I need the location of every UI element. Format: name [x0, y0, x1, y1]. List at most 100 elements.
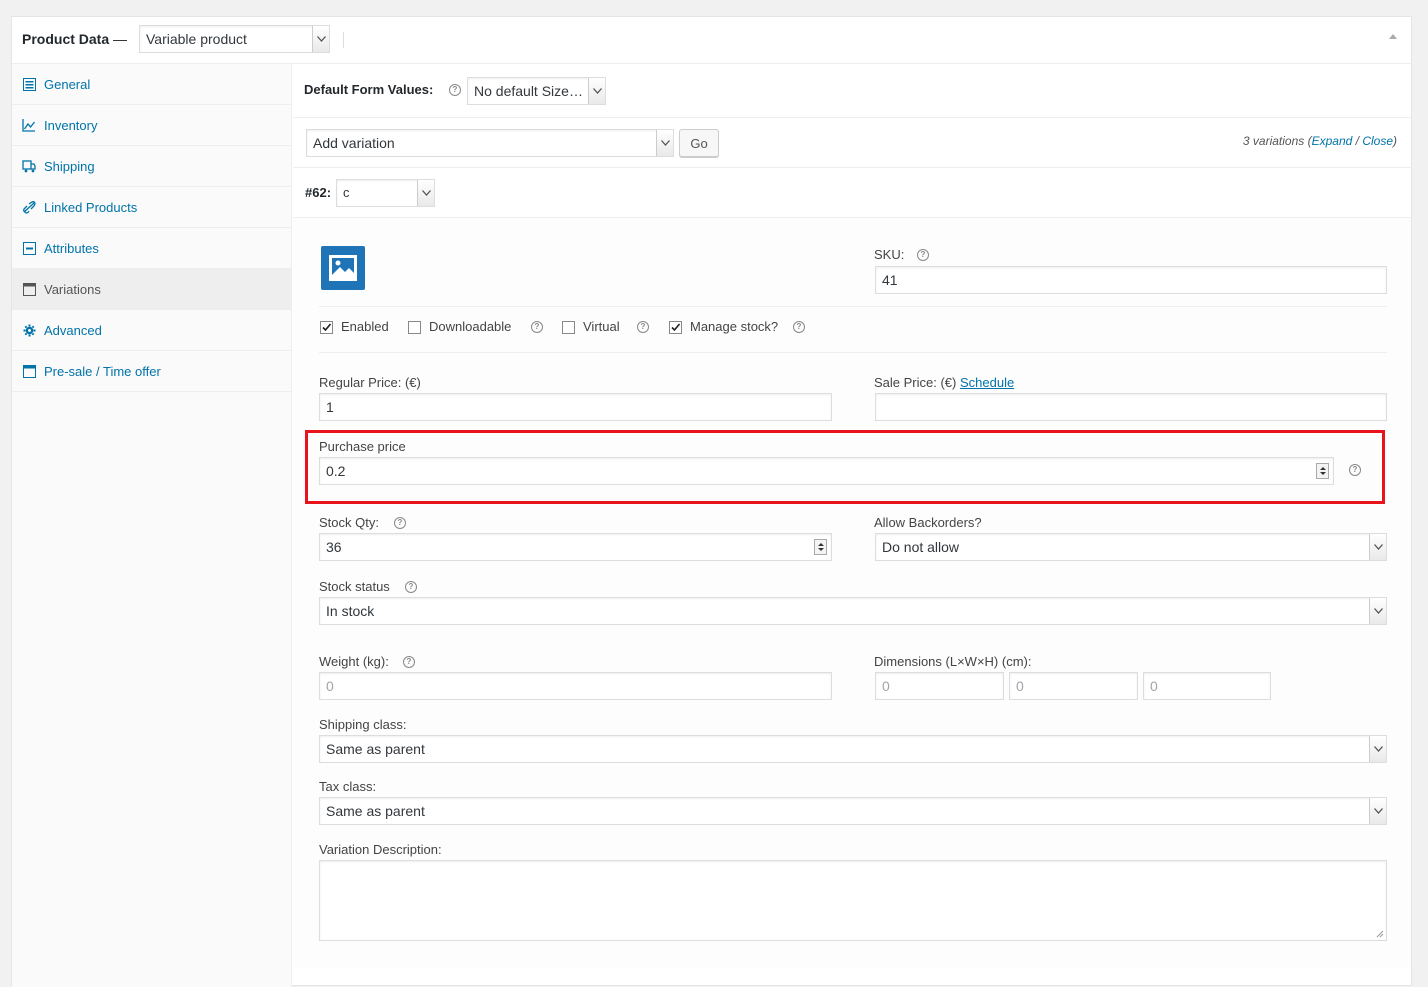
gear-icon [22, 323, 36, 337]
sidebar-item-label: Pre-sale / Time offer [44, 363, 161, 379]
help-icon[interactable]: ? [449, 84, 461, 96]
variations-count: 3 variations (Expand / Close) [1243, 134, 1397, 148]
sidebar-item-label: Linked Products [44, 199, 138, 215]
number-spinner[interactable] [814, 539, 827, 555]
variation-image-upload[interactable] [321, 246, 365, 290]
variation-header-row: #62: c [293, 168, 1411, 218]
variation-attribute-select[interactable]: c [336, 179, 435, 207]
variations-count-end: ) [1393, 134, 1397, 148]
sidebar-item-attributes[interactable]: Attributes [12, 228, 291, 269]
stock-status-value: In stock [326, 603, 375, 619]
help-icon[interactable]: ? [793, 321, 805, 333]
chevron-down-icon [417, 180, 434, 206]
chevron-down-icon [1369, 736, 1386, 762]
stock-qty-input[interactable]: 36 [319, 533, 832, 561]
sidebar-item-label: Attributes [44, 240, 99, 256]
description-label: Variation Description: [319, 842, 442, 857]
sku-input[interactable]: 41 [875, 266, 1387, 294]
weight-label: Weight (kg): [319, 654, 389, 669]
help-icon[interactable]: ? [637, 321, 649, 333]
length-input[interactable]: 0 [875, 672, 1004, 700]
sidebar-item-label: Variations [44, 281, 101, 297]
help-icon[interactable]: ? [394, 517, 406, 529]
add-variation-row: Add variation Go 3 variations (Expand / … [293, 118, 1411, 168]
sidebar-item-presale[interactable]: Pre-sale / Time offer [12, 351, 291, 392]
chevron-down-icon [656, 130, 673, 156]
regular-price-label: Regular Price: (€) [319, 375, 421, 390]
backorders-select[interactable]: Do not allow [875, 533, 1387, 561]
tax-class-select[interactable]: Same as parent [319, 797, 1387, 825]
sidebar-item-shipping[interactable]: Shipping [12, 146, 291, 187]
sidebar-item-label: Shipping [44, 158, 95, 174]
virtual-label: Virtual [583, 319, 620, 334]
height-input[interactable]: 0 [1143, 672, 1271, 700]
variations-icon [22, 282, 36, 296]
shipping-class-select[interactable]: Same as parent [319, 735, 1387, 763]
description-textarea[interactable] [319, 860, 1387, 941]
enabled-label: Enabled [341, 319, 389, 334]
sidebar-item-label: Inventory [44, 117, 98, 133]
purchase-price-label: Purchase price [319, 439, 406, 454]
stock-qty-label: Stock Qty: [319, 515, 379, 530]
checkmark-icon [671, 323, 681, 332]
help-icon[interactable]: ? [531, 321, 543, 333]
resize-handle-icon[interactable] [1376, 930, 1384, 938]
sidebar-item-variations[interactable]: Variations [12, 269, 291, 310]
default-size-select[interactable]: No default Size… [467, 77, 606, 105]
inventory-icon [22, 118, 36, 132]
sidebar-item-linked-products[interactable]: Linked Products [12, 187, 291, 228]
enabled-checkbox[interactable] [320, 321, 333, 334]
virtual-checkbox[interactable] [562, 321, 575, 334]
default-form-values-row: Default Form Values: ? No default Size… [293, 64, 1411, 118]
manage-stock-checkbox[interactable] [669, 321, 682, 334]
backorders-value: Do not allow [882, 539, 960, 555]
variations-count-text: 3 variations ( [1242, 134, 1312, 148]
link-icon [22, 200, 36, 214]
sidebar-item-advanced[interactable]: Advanced [12, 310, 291, 351]
default-size-value: No default Size… [474, 83, 583, 99]
panel-title-text: Product Data [22, 31, 110, 47]
help-icon[interactable]: ? [1349, 464, 1361, 476]
sidebar-item-inventory[interactable]: Inventory [12, 105, 291, 146]
help-icon[interactable]: ? [917, 249, 929, 261]
divider [319, 306, 1387, 307]
help-icon[interactable]: ? [405, 581, 417, 593]
variation-attribute-value: c [343, 185, 350, 200]
panel-header: Product Data — Variable product [12, 17, 1411, 64]
image-placeholder-icon [329, 255, 357, 281]
variation-action-select[interactable]: Add variation [306, 129, 674, 157]
variation-action-value: Add variation [313, 135, 395, 151]
sku-label: SKU: [874, 247, 905, 262]
shipping-icon [22, 159, 36, 173]
purchase-price-input[interactable]: 0.2 [319, 457, 1334, 485]
expand-close-separator: / [1352, 134, 1363, 148]
close-link[interactable]: Close [1362, 134, 1393, 148]
chevron-down-icon [588, 78, 605, 104]
downloadable-checkbox[interactable] [408, 321, 421, 334]
panel-title: Product Data — [22, 31, 127, 47]
sale-price-input[interactable] [875, 393, 1387, 421]
number-spinner[interactable] [1316, 463, 1329, 479]
variation-body: SKU: ? 41 Enabled Downloadable ? Virtual… [293, 218, 1411, 968]
shipping-class-label: Shipping class: [319, 717, 407, 732]
header-divider [343, 32, 344, 48]
product-data-panel: Product Data — Variable product General … [11, 16, 1412, 987]
width-input[interactable]: 0 [1009, 672, 1138, 700]
sale-price-label-text: Sale Price: (€) [874, 375, 960, 390]
chevron-down-icon [1369, 598, 1386, 624]
expand-link[interactable]: Expand [1312, 134, 1353, 148]
help-icon[interactable]: ? [403, 656, 415, 668]
collapse-toggle-icon[interactable] [1389, 34, 1397, 39]
sidebar-item-general[interactable]: General [12, 64, 291, 105]
weight-input[interactable]: 0 [319, 672, 832, 700]
product-data-tabs: General Inventory Shipping Linked Produc… [12, 64, 292, 987]
schedule-link[interactable]: Schedule [960, 375, 1014, 390]
sale-price-label: Sale Price: (€) Schedule [874, 375, 1014, 390]
product-type-value: Variable product [146, 31, 247, 47]
regular-price-input[interactable]: 1 [319, 393, 832, 421]
go-button[interactable]: Go [679, 129, 719, 157]
variation-id: #62: [305, 185, 332, 200]
product-type-select[interactable]: Variable product [139, 25, 330, 53]
stock-status-select[interactable]: In stock [319, 597, 1387, 625]
shipping-class-value: Same as parent [326, 741, 425, 757]
